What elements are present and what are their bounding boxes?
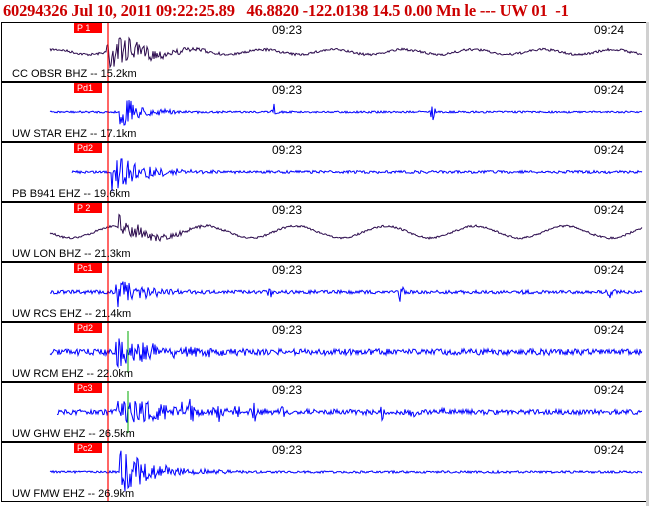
waveform-trace: [49, 213, 643, 243]
waveform-trace: [71, 158, 643, 192]
trace-panel[interactable]: Pd2 09:23 09:24 PB B941 EHZ -- 19.6km: [1, 142, 647, 202]
event-header: 60294326 Jul 10, 2011 09:22:25.89 46.882…: [3, 1, 569, 20]
trace-panels: P 1 09:23 09:24 CC OBSR BHZ -- 15.2km Pd…: [0, 22, 649, 506]
phase-pick-label[interactable]: P 2: [74, 203, 102, 213]
station-label: UW RCM EHZ -- 22.0km: [12, 368, 133, 380]
phase-pick-label[interactable]: Pc2: [74, 443, 102, 453]
phase-pick-label[interactable]: Pc1: [74, 263, 102, 273]
waveform-trace: [49, 450, 643, 492]
station-label: PB B941 EHZ -- 19.6km: [12, 188, 130, 200]
station-label: UW GHW EHZ -- 26.5km: [12, 428, 135, 440]
trace-panel[interactable]: Pc2 09:23 09:24 UW FMW EHZ -- 26.9km: [1, 442, 647, 502]
trace-panel[interactable]: P 1 09:23 09:24 CC OBSR BHZ -- 15.2km: [1, 22, 647, 82]
waveform-trace: [49, 338, 643, 369]
trace-panel[interactable]: Pc3 09:23 09:24 UW GHW EHZ -- 26.5km: [1, 382, 647, 442]
trace-panel[interactable]: Pd1 09:23 09:24 UW STAR EHZ -- 17.1km: [1, 82, 647, 142]
station-label: UW STAR EHZ -- 17.1km: [12, 128, 137, 140]
trace-panel[interactable]: Pd2 09:23 09:24 UW RCM EHZ -- 22.0km: [1, 322, 647, 382]
trace-panel[interactable]: P 2 09:23 09:24 UW LON BHZ -- 21.3km: [1, 202, 647, 262]
time-tick-label: 09:24: [594, 383, 625, 397]
station-label: UW FMW EHZ -- 26.9km: [12, 488, 135, 500]
station-label: UW LON BHZ -- 21.3km: [12, 248, 131, 260]
time-tick-label: 09:24: [594, 143, 625, 157]
phase-pick-label[interactable]: Pd2: [74, 323, 102, 333]
time-tick-label: 09:23: [272, 263, 303, 277]
seismogram-viewer: 60294326 Jul 10, 2011 09:22:25.89 46.882…: [0, 0, 649, 506]
station-label: UW RCS EHZ -- 21.4km: [12, 308, 132, 320]
time-tick-label: 09:24: [594, 323, 625, 337]
phase-pick-label[interactable]: Pc3: [74, 383, 102, 393]
time-tick-label: 09:24: [594, 23, 625, 37]
time-tick-label: 09:23: [272, 323, 303, 337]
time-tick-label: 09:23: [272, 383, 303, 397]
time-tick-label: 09:23: [272, 443, 303, 457]
trace-panel[interactable]: Pc1 09:23 09:24 UW RCS EHZ -- 21.4km: [1, 262, 647, 322]
time-tick-label: 09:23: [272, 83, 303, 97]
time-tick-label: 09:23: [272, 23, 303, 37]
station-label: CC OBSR BHZ -- 15.2km: [12, 68, 137, 80]
waveform-trace: [49, 36, 643, 69]
phase-pick-label[interactable]: Pd1: [74, 83, 102, 93]
time-tick-label: 09:24: [594, 263, 625, 277]
waveform-trace: [56, 398, 643, 423]
waveform-trace: [50, 281, 643, 308]
time-tick-label: 09:24: [594, 443, 625, 457]
phase-pick-label[interactable]: Pd2: [74, 143, 102, 153]
time-tick-label: 09:24: [594, 83, 625, 97]
waveform-trace: [49, 100, 643, 126]
phase-pick-label[interactable]: P 1: [74, 23, 102, 33]
time-tick-label: 09:23: [272, 203, 303, 217]
time-tick-label: 09:23: [272, 143, 303, 157]
time-tick-label: 09:24: [594, 203, 625, 217]
